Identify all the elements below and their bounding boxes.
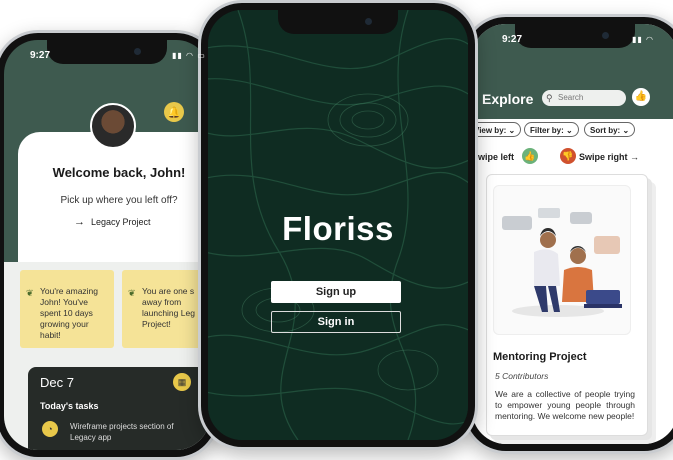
welcome-subtitle: Pick up where you left off? [60,195,178,206]
arrow-right-icon: → [74,216,85,228]
sort-by-label: Sort by: [590,126,621,135]
mentoring-illustration [493,185,631,335]
notch [47,40,167,64]
home-screen: 9:27 ▮▮ ◠ ▭ 🔔 Welcome back, John! Pick u… [4,40,210,450]
search-icon: ⚲ [546,93,553,103]
tasks-date: Dec 7 [40,375,74,390]
project-contributors: 5 Contributors [495,371,549,381]
continue-project-link[interactable]: → Legacy Project [74,216,151,228]
project-description: We are a collective of people trying to … [495,389,635,421]
filter-by-label: Filter by: [530,126,564,135]
notch [515,24,635,48]
task-status-icon[interactable]: ◔ [42,421,58,437]
tasks-card: Dec 7 ▦ Today's tasks ◔ Wireframe projec… [28,367,208,450]
signal-wifi-battery-icon: ▮▮ ◠ ▭ [172,51,206,60]
status-time: 9:27 [502,34,523,45]
center-phone-splash: Floriss Sign up Sign in [198,0,478,450]
bell-icon[interactable]: 🔔 [164,102,184,122]
right-phone-explore: 9:27 ▮▮ ◠ Explore ⚲ Search 👍 View by: ⌄ F… [462,14,673,454]
splash-screen: Floriss Sign up Sign in [208,10,468,440]
continue-project-label: Legacy Project [91,217,151,227]
swipe-right-label: Swipe right → [579,152,640,162]
signal-wifi-battery-icon: ▮▮ ◠ [632,35,655,44]
explore-screen: 9:27 ▮▮ ◠ Explore ⚲ Search 👍 View by: ⌄ F… [472,24,673,444]
page-title: Explore [482,91,534,107]
left-phone-home: 9:27 ▮▮ ◠ ▭ 🔔 Welcome back, John! Pick u… [0,30,220,460]
notch [278,10,398,34]
thumbs-down-icon[interactable]: 👎 [560,148,576,164]
note-text: You're amazing John! You've spent 10 day… [40,286,99,340]
sort-by-dropdown[interactable]: Sort by: ⌄ [584,122,636,137]
view-by-label: View by: [474,126,507,135]
filter-by-dropdown[interactable]: Filter by: ⌄ [524,122,579,137]
sprout-icon: ❦ [128,288,136,298]
note-card[interactable]: ❦ You are one s away from launching Leg … [122,270,210,348]
search-input[interactable]: ⚲ Search [542,90,626,106]
tasks-heading: Today's tasks [40,401,99,411]
project-title: Mentoring Project [493,351,587,363]
note-card[interactable]: ❦ You're amazing John! You've spent 10 d… [20,270,114,348]
signup-button[interactable]: Sign up [271,281,401,303]
task-item[interactable]: Wireframe projects section of Legacy app [70,421,180,443]
status-time: 9:27 [30,50,51,61]
thumbs-up-icon[interactable]: 👍 [632,88,650,106]
project-card[interactable]: Mentoring Project 5 Contributors We are … [486,174,648,436]
thumbs-up-icon[interactable]: 👍 [522,148,538,164]
avatar[interactable] [90,103,136,149]
welcome-title: Welcome back, John! [52,165,186,180]
signin-button[interactable]: Sign in [271,311,401,333]
sprout-icon: ❦ [26,288,34,298]
app-logo-title: Floriss [282,210,394,247]
calendar-icon[interactable]: ▦ [173,373,191,391]
swipe-left-label: Swipe left [472,152,515,162]
view-by-dropdown[interactable]: View by: ⌄ [472,122,522,137]
search-placeholder: Search [558,93,584,102]
